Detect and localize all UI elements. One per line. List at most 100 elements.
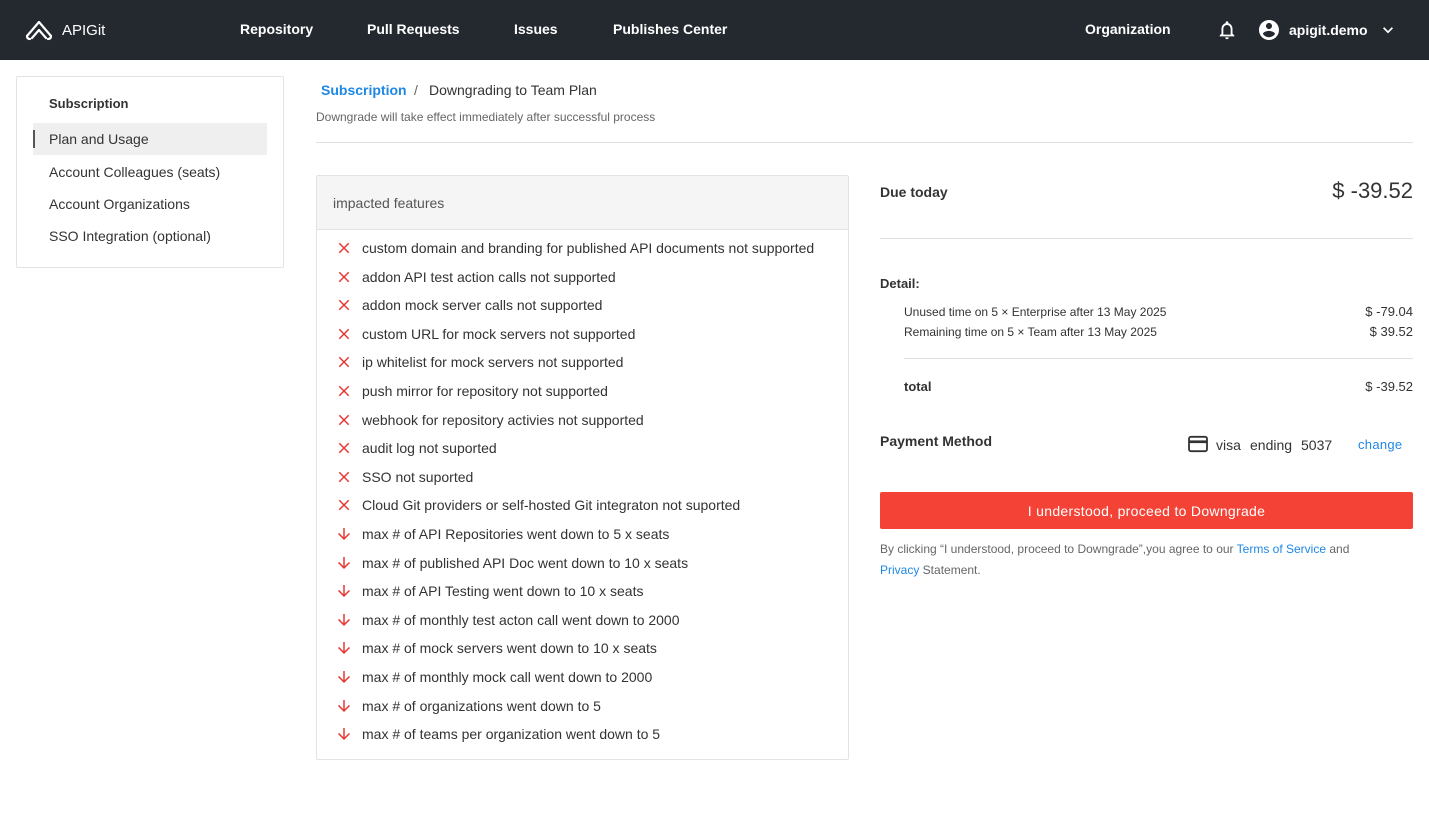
- feature-item: Cloud Git providers or self-hosted Git i…: [335, 495, 740, 515]
- arrow-down-icon: [335, 611, 353, 629]
- total-label: total: [904, 379, 932, 394]
- feature-item: webhook for repository activies not supp…: [335, 410, 644, 430]
- arrow-down-icon: [335, 639, 353, 657]
- feature-item: max # of mock servers went down to 10 x …: [335, 638, 657, 658]
- detail-line-label: Remaining time on 5 × Team after 13 May …: [904, 325, 1157, 339]
- total-value: $ -39.52: [1365, 379, 1413, 394]
- breadcrumb-current: Downgrading to Team Plan: [429, 82, 597, 98]
- feature-item: max # of published API Doc went down to …: [335, 553, 688, 573]
- nav-organization[interactable]: Organization: [1085, 21, 1171, 37]
- arrow-down-icon: [335, 668, 353, 686]
- feature-item: ip whitelist for mock servers not suppor…: [335, 352, 623, 372]
- arrow-down-icon: [335, 525, 353, 543]
- account-circle-icon: [1259, 20, 1279, 40]
- feature-item: push mirror for repository not supported: [335, 381, 608, 401]
- impacted-features-card: impacted features custom domain and bran…: [316, 175, 849, 760]
- feature-item: custom URL for mock servers not supporte…: [335, 324, 635, 344]
- divider: [880, 238, 1413, 239]
- arrow-down-icon: [335, 697, 353, 715]
- feature-item: max # of API Testing went down to 10 x s…: [335, 581, 643, 601]
- feature-text: Cloud Git providers or self-hosted Git i…: [362, 497, 741, 514]
- nav-issues[interactable]: Issues: [514, 21, 558, 37]
- arrow-down-icon: [335, 725, 353, 743]
- card-ending-label: ending: [1250, 437, 1293, 453]
- terms-notice: By clicking “I understood, proceed to Do…: [880, 539, 1400, 581]
- apigit-logo-icon: [25, 20, 53, 41]
- feature-text: max # of mock servers went down to 10 x …: [362, 640, 657, 657]
- privacy-link[interactable]: Privacy: [880, 563, 919, 577]
- terms-and: and: [1326, 542, 1350, 556]
- arrow-down-icon: [335, 554, 353, 572]
- brand[interactable]: APIGit: [24, 18, 105, 42]
- feature-text: max # of published API Doc went down to …: [362, 554, 689, 571]
- breadcrumb-separator: /: [414, 82, 418, 98]
- feature-item: max # of monthly test acton call went do…: [335, 610, 680, 630]
- detail-line-value: $ -79.04: [1365, 304, 1413, 319]
- breadcrumb-subscription[interactable]: Subscription: [321, 82, 407, 98]
- close-icon: [335, 382, 353, 400]
- settings-sidebar: Subscription Plan and Usage Account Coll…: [16, 76, 284, 268]
- feature-item: custom domain and branding for published…: [335, 238, 814, 258]
- brand-name: APIGit: [62, 21, 106, 39]
- proceed-downgrade-button[interactable]: I understood, proceed to Downgrade: [880, 492, 1413, 529]
- nav-pull-requests[interactable]: Pull Requests: [367, 21, 460, 37]
- card-last4: 5037: [1301, 437, 1333, 453]
- feature-text: max # of teams per organization went dow…: [362, 726, 661, 743]
- payment-method-label: Payment Method: [880, 433, 993, 449]
- page-subtitle: Downgrade will take effect immediately a…: [316, 110, 656, 124]
- close-icon: [335, 468, 353, 486]
- chevron-down-icon: [1382, 27, 1393, 34]
- close-icon: [335, 239, 353, 257]
- feature-text: custom domain and branding for published…: [362, 240, 815, 256]
- close-icon: [335, 296, 353, 314]
- divider: [904, 358, 1413, 359]
- sidebar-item-account-colleagues[interactable]: Account Colleagues (seats): [33, 156, 267, 188]
- sidebar-item-account-organizations[interactable]: Account Organizations: [33, 188, 267, 220]
- close-icon: [335, 268, 353, 286]
- feature-item: audit log not suported: [335, 438, 497, 458]
- card-brand: visa: [1216, 437, 1241, 453]
- close-icon: [335, 411, 353, 429]
- feature-item: max # of monthly mock call went down to …: [335, 667, 652, 687]
- due-today-label: Due today: [880, 184, 948, 200]
- feature-text: max # of API Repositories went down to 5…: [362, 526, 670, 542]
- feature-text: max # of organizations went down to 5: [362, 697, 601, 714]
- feature-text: webhook for repository activies not supp…: [362, 411, 644, 428]
- detail-label: Detail:: [880, 276, 920, 291]
- terms-suffix: Statement.: [919, 563, 981, 577]
- feature-item: addon mock server calls not supported: [335, 295, 602, 315]
- close-icon: [335, 496, 353, 514]
- sidebar-title: Subscription: [49, 96, 129, 111]
- terms-prefix: By clicking “I understood, proceed to Do…: [880, 542, 1237, 556]
- feature-text: ip whitelist for mock servers not suppor…: [362, 354, 624, 371]
- feature-text: max # of API Testing went down to 10 x s…: [362, 583, 644, 600]
- detail-line-label: Unused time on 5 × Enterprise after 13 M…: [904, 305, 1167, 319]
- bell-icon[interactable]: [1216, 19, 1238, 41]
- change-payment-link[interactable]: change: [1358, 437, 1402, 452]
- username: apigit.demo: [1289, 22, 1368, 38]
- feature-item: addon API test action calls not supporte…: [335, 267, 616, 287]
- close-icon: [335, 439, 353, 457]
- feature-text: addon mock server calls not supported: [362, 297, 603, 314]
- terms-of-service-link[interactable]: Terms of Service: [1237, 542, 1326, 556]
- nav-publishes-center[interactable]: Publishes Center: [613, 21, 727, 37]
- nav-repository[interactable]: Repository: [240, 21, 313, 37]
- feature-item: max # of teams per organization went dow…: [335, 724, 660, 744]
- close-icon: [335, 325, 353, 343]
- sidebar-item-plan-and-usage[interactable]: Plan and Usage: [33, 123, 267, 155]
- arrow-down-icon: [335, 582, 353, 600]
- user-menu[interactable]: apigit.demo: [1257, 18, 1398, 42]
- divider: [316, 142, 1413, 143]
- feature-text: max # of monthly test acton call went do…: [362, 611, 680, 628]
- feature-text: audit log not suported: [362, 440, 497, 457]
- due-today-amount: $ -39.52: [1332, 178, 1413, 203]
- feature-text: custom URL for mock servers not supporte…: [362, 325, 636, 342]
- feature-text: push mirror for repository not supported: [362, 383, 608, 399]
- sidebar-item-sso-integration[interactable]: SSO Integration (optional): [33, 220, 267, 252]
- feature-text: addon API test action calls not supporte…: [362, 268, 616, 285]
- close-icon: [335, 353, 353, 371]
- feature-item: max # of organizations went down to 5: [335, 696, 601, 716]
- impacted-features-header: impacted features: [317, 176, 848, 230]
- feature-item: SSO not suported: [335, 467, 473, 487]
- top-navbar: APIGit Repository Pull Requests Issues P…: [0, 0, 1429, 60]
